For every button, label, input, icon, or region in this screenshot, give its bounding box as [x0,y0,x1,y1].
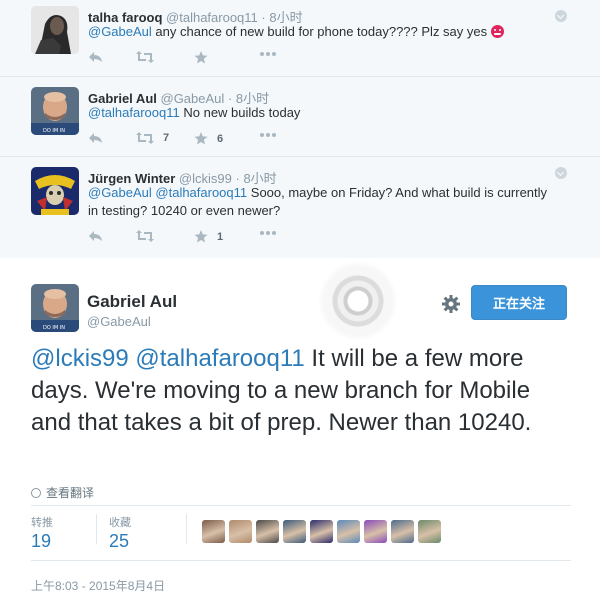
favorite-count: 1 [217,230,224,243]
reply-tweet[interactable]: DO IM IN Gabriel Aul @GabeAul · 8小时 @tal… [0,77,600,157]
divider [186,514,187,544]
tweet-text: @lckis99 @talhafarooq11 It will be a few… [31,343,576,439]
retweet-icon [136,51,154,63]
reply-icon [89,133,102,143]
favoriter-avatar[interactable] [283,520,306,543]
tweet-text: @talhafarooq11 No new builds today [88,104,548,122]
divider [31,560,571,561]
divider [96,514,97,544]
retweets-count: 19 [31,531,52,551]
tweet-text: @GabeAul any chance of new build for pho… [88,23,548,41]
favoriter-avatar[interactable] [229,520,252,543]
favoriter-avatar[interactable] [418,520,441,543]
angry-face-emoji-icon [490,25,504,38]
favorites-count: 25 [109,531,130,551]
favorite-button[interactable] [194,51,217,64]
globe-icon [31,487,41,498]
translate-label: 查看翻译 [46,486,95,500]
user-handle[interactable]: @GabeAul [87,314,151,329]
favorites-stat[interactable]: 收藏 25 [109,514,131,552]
svg-text:DO IM IN: DO IM IN [43,128,65,134]
retweets-label: 转推 [31,517,53,529]
retweet-button[interactable]: 7 [136,132,169,144]
star-icon [194,230,208,243]
retweets-stat[interactable]: 转推 19 [31,514,53,552]
favoriter-avatar[interactable] [391,520,414,543]
favoriters-list [202,520,441,543]
reply-tweet[interactable]: talha farooq @talhafarooq11 · 8小时 @GabeA… [0,0,600,77]
user-name[interactable]: Gabriel Aul [87,292,177,312]
retweet-icon [136,230,154,242]
more-dots-icon [260,133,276,137]
reply-icon [89,231,102,241]
favoriter-avatar[interactable] [337,520,360,543]
reply-icon [89,52,102,62]
more-button[interactable] [259,51,277,57]
reply-tweet[interactable]: Jürgen Winter @lckis99 · 8小时 @GabeAul @t… [0,157,600,258]
main-tweet: DO IM IN Gabriel Aul @GabeAul 正在关注 @lcki… [0,258,600,596]
mention-link[interactable]: @GabeAul @talhafarooq11 [88,185,247,200]
loading-spinner-icon [318,261,398,341]
more-button[interactable] [259,132,277,138]
replies-section: talha farooq @talhafarooq11 · 8小时 @GabeA… [0,0,600,258]
retweet-button[interactable] [136,51,163,63]
following-button[interactable]: 正在关注 [471,285,567,320]
favorite-count: 6 [217,132,224,145]
favoriter-avatar[interactable] [202,520,225,543]
svg-text:DO IM IN: DO IM IN [43,325,65,331]
more-dots-icon [260,52,276,56]
retweet-icon [136,132,154,144]
mention-link[interactable]: @lckis99 @talhafarooq11 [31,345,305,372]
reply-button[interactable] [88,230,103,242]
reply-button[interactable] [88,132,103,144]
favoriter-avatar[interactable] [256,520,279,543]
favorite-button[interactable]: 1 [194,230,223,243]
favoriter-avatar[interactable] [310,520,333,543]
favorites-label: 收藏 [109,517,131,529]
gear-icon[interactable] [441,294,461,314]
chevron-down-icon[interactable] [555,10,567,22]
avatar[interactable] [31,167,79,215]
retweet-button[interactable] [136,230,163,242]
star-icon [194,132,208,145]
avatar[interactable] [31,6,79,54]
favorite-button[interactable]: 6 [194,132,223,145]
star-icon [194,51,208,64]
chevron-down-icon[interactable] [555,167,567,179]
favoriter-avatar[interactable] [364,520,387,543]
tweet-text: @GabeAul @talhafarooq11 Sooo, maybe on F… [88,184,548,220]
mention-link[interactable]: @GabeAul [88,24,152,39]
reply-button[interactable] [88,51,103,63]
mention-link[interactable]: @talhafarooq11 [88,105,180,120]
tweet-body: any chance of new build for phone today?… [151,24,491,39]
more-button[interactable] [259,230,277,236]
tweet-timestamp[interactable]: 上午8:03 - 2015年8月4日 [31,577,165,594]
avatar[interactable]: DO IM IN [31,284,79,332]
more-dots-icon [260,231,276,235]
avatar[interactable]: DO IM IN [31,87,79,135]
divider [31,505,571,506]
retweet-count: 7 [163,132,170,144]
tweet-body: No new builds today [179,105,301,120]
translate-link[interactable]: 查看翻译 [31,484,94,501]
